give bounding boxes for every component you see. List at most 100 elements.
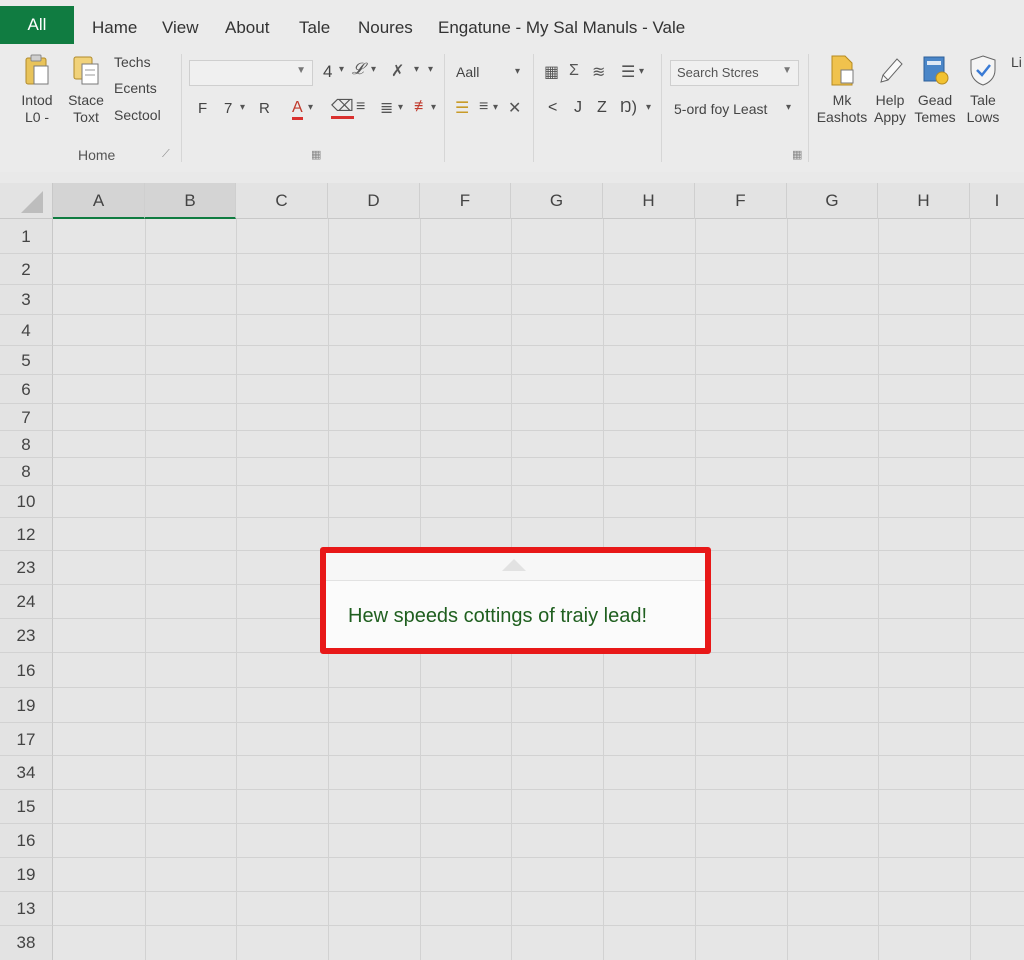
column-header-c[interactable]: C <box>236 183 328 219</box>
highlight-icon[interactable]: ⌫ <box>331 98 354 119</box>
font-row-r[interactable]: R <box>259 100 270 117</box>
chevron-down-icon[interactable]: ▾ <box>428 64 433 75</box>
fill-icon[interactable]: ≋ <box>592 62 605 82</box>
ribbon-separator <box>181 54 182 162</box>
themes-icon <box>923 56 949 85</box>
table-icon[interactable]: ▦ <box>544 62 559 82</box>
search-input[interactable]: Search Stcres ▼ <box>670 60 799 86</box>
help-appy-button[interactable]: Help Appy <box>870 54 910 126</box>
font-group-launcher-icon[interactable]: ▦ <box>311 148 321 161</box>
mk-label-2: Eashots <box>816 109 868 125</box>
column-header-d[interactable]: D <box>328 183 420 219</box>
column-header-h2[interactable]: H <box>878 183 970 219</box>
sectool-item[interactable]: Sectool <box>114 107 161 123</box>
slide-text-button[interactable]: Stace Toxt <box>64 54 108 126</box>
techs-item[interactable]: Techs <box>114 54 151 70</box>
chevron-down-icon[interactable]: ▾ <box>339 64 344 75</box>
menu-item-hame[interactable]: Hame <box>92 18 137 38</box>
row-header[interactable]: 17 <box>0 723 53 756</box>
column-header-f2[interactable]: F <box>695 183 787 219</box>
insert-button[interactable]: Intod L0 - <box>14 54 60 126</box>
row-header[interactable]: 34 <box>0 756 53 790</box>
row-header[interactable]: 4 <box>0 315 53 346</box>
font-size-value[interactable]: 4 <box>323 62 332 82</box>
menu-item-about[interactable]: About <box>225 18 269 38</box>
nav-glyph-4[interactable]: Ŋ) <box>620 99 637 117</box>
ecents-item[interactable]: Ecents <box>114 80 157 96</box>
row-header[interactable]: 16 <box>0 824 53 858</box>
nav-glyph-1[interactable]: < <box>548 99 557 117</box>
chevron-down-icon[interactable]: ▾ <box>371 64 376 75</box>
list-icon[interactable]: ☰ <box>621 62 635 82</box>
row-header[interactable]: 23 <box>0 619 53 653</box>
row-header[interactable]: 12 <box>0 518 53 551</box>
column-header-b[interactable]: B <box>145 183 236 219</box>
column-header-g2[interactable]: G <box>787 183 878 219</box>
mk-eashots-button[interactable]: Mk Eashots <box>815 54 869 126</box>
font-row-f[interactable]: F <box>198 100 207 117</box>
row-header[interactable]: 8 <box>0 458 53 486</box>
select-all-corner[interactable] <box>0 183 53 219</box>
align-left-icon[interactable]: ≡ <box>479 98 488 116</box>
chevron-down-icon[interactable]: ▾ <box>431 102 436 113</box>
row-header[interactable]: 38 <box>0 926 53 960</box>
tab-all[interactable]: All <box>0 6 74 44</box>
search-placeholder: Search Stcres <box>677 65 759 80</box>
row-header[interactable]: 19 <box>0 688 53 723</box>
sort-dropdown[interactable]: 5-ord foy Least <box>674 101 767 117</box>
search-group-launcher-icon[interactable]: ▦ <box>792 148 802 161</box>
ribbon-separator <box>444 54 445 162</box>
font-row-7[interactable]: 7 <box>224 100 232 117</box>
row-header[interactable]: 19 <box>0 858 53 892</box>
chevron-down-icon[interactable]: ▾ <box>240 102 245 113</box>
pen-icon[interactable]: 𝓛 <box>352 61 364 79</box>
align-label[interactable]: Aall <box>456 64 479 80</box>
grid-line <box>53 485 1024 486</box>
clear-icon[interactable]: ✕ <box>508 98 521 118</box>
gead-temes-button[interactable]: Gead Temes <box>912 54 958 126</box>
grid-line <box>53 755 1024 756</box>
column-header-f[interactable]: F <box>420 183 511 219</box>
row-header[interactable]: 1 <box>0 219 53 254</box>
column-header-g[interactable]: G <box>511 183 603 219</box>
chevron-down-icon[interactable]: ▾ <box>639 66 644 77</box>
chevron-down-icon[interactable]: ▾ <box>308 102 313 113</box>
nav-glyph-2[interactable]: J <box>574 99 582 117</box>
tale-lows-button[interactable]: Tale Lows <box>961 54 1005 126</box>
row-header[interactable]: 13 <box>0 892 53 926</box>
chevron-down-icon[interactable]: ▾ <box>786 102 791 113</box>
sum-icon[interactable]: Σ <box>569 62 579 80</box>
row-header[interactable]: 7 <box>0 404 53 431</box>
row-header[interactable]: 10 <box>0 486 53 518</box>
chevron-down-icon[interactable]: ▾ <box>493 102 498 113</box>
row-header[interactable]: 16 <box>0 653 53 688</box>
borders-icon[interactable]: ≣ <box>380 98 393 118</box>
menu-item-noures[interactable]: Noures <box>358 18 413 38</box>
chevron-down-icon[interactable]: ▾ <box>646 102 651 113</box>
row-header[interactable]: 23 <box>0 551 53 585</box>
row-header[interactable]: 6 <box>0 375 53 404</box>
row-header[interactable]: 8 <box>0 431 53 458</box>
clear-format-icon[interactable]: ✗ <box>391 61 404 81</box>
right-cut-item[interactable]: Li <box>1011 54 1022 70</box>
row-header[interactable]: 24 <box>0 585 53 619</box>
align-icon[interactable]: ≡ <box>356 98 365 116</box>
column-header-a[interactable]: A <box>53 183 145 219</box>
chevron-down-icon[interactable]: ▾ <box>414 64 419 75</box>
row-header[interactable]: 2 <box>0 254 53 285</box>
menu-item-view[interactable]: View <box>162 18 199 38</box>
nav-glyph-3[interactable]: Z <box>597 99 607 117</box>
column-header-i[interactable]: I <box>970 183 1024 219</box>
row-header[interactable]: 5 <box>0 346 53 375</box>
row-header[interactable]: 15 <box>0 790 53 824</box>
chevron-down-icon[interactable]: ▾ <box>398 102 403 113</box>
chevron-down-icon[interactable]: ▾ <box>515 66 520 77</box>
wrap-icon[interactable]: ☰ <box>455 98 469 118</box>
text-direction-icon[interactable]: ≢ <box>414 98 430 116</box>
row-header[interactable]: 3 <box>0 285 53 315</box>
font-name-select[interactable]: ▼ <box>189 60 313 86</box>
menu-item-tale[interactable]: Tale <box>299 18 330 38</box>
column-header-h[interactable]: H <box>603 183 695 219</box>
dialog-launcher-icon[interactable]: ⟋ <box>162 148 170 161</box>
font-color-button[interactable]: A <box>292 99 303 120</box>
